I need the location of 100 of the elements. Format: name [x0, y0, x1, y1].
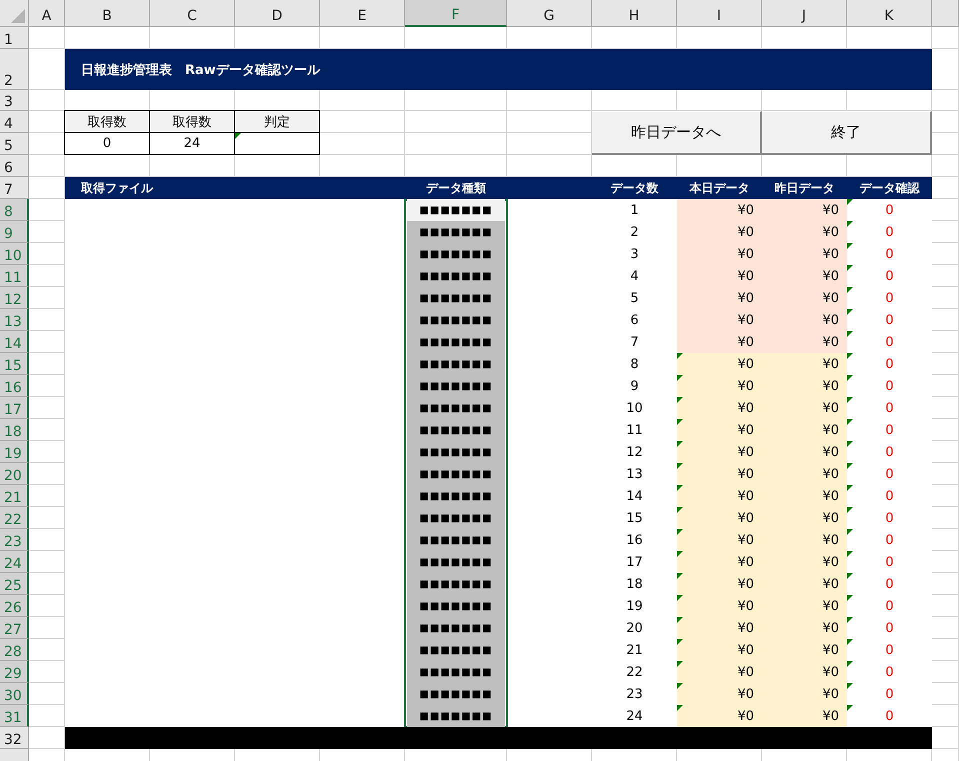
column-header[interactable]: J [762, 0, 847, 27]
table-cell[interactable]: ■■■■■■■ [407, 309, 505, 331]
table-cell[interactable]: ■■■■■■■ [407, 661, 505, 683]
table-cell[interactable]: ■■■■■■■ [407, 353, 505, 375]
table-cell[interactable]: ■■■■■■■ [407, 639, 505, 661]
error-marker-icon [847, 221, 853, 227]
error-marker-icon [677, 529, 683, 535]
table-cell[interactable]: ■■■■■■■ [407, 287, 505, 309]
row-header[interactable]: 28 [0, 639, 29, 661]
table-cell[interactable]: ■■■■■■■ [407, 595, 505, 617]
row-header[interactable]: 4 [0, 111, 29, 133]
column-header[interactable]: K [847, 0, 932, 27]
previous-day-button[interactable]: 昨日データへ [592, 111, 762, 155]
table-cell: ¥0 [677, 287, 762, 309]
row-header[interactable]: 20 [0, 463, 29, 485]
row-header[interactable]: 19 [0, 441, 29, 463]
error-marker-icon [847, 243, 853, 249]
error-marker-icon [677, 551, 683, 557]
row-header[interactable]: 30 [0, 683, 29, 705]
row-header[interactable]: 22 [0, 507, 29, 529]
row-header[interactable]: 24 [0, 551, 29, 573]
table-cell[interactable]: ■■■■■■■ [407, 683, 505, 705]
row-header[interactable]: 1 [0, 27, 29, 49]
row-header[interactable]: 16 [0, 375, 29, 397]
row-header[interactable]: 11 [0, 265, 29, 287]
table-cell[interactable]: ■■■■■■■ [407, 199, 505, 221]
table-cell[interactable]: ■■■■■■■ [407, 221, 505, 243]
row-header[interactable]: 26 [0, 595, 29, 617]
row-header[interactable]: 7 [0, 177, 29, 199]
table-cell[interactable]: ■■■■■■■ [407, 265, 505, 287]
table-cell: ¥0 [677, 617, 762, 639]
column-header[interactable]: F [405, 0, 507, 27]
row-header[interactable]: 29 [0, 661, 29, 683]
table-cell[interactable]: ■■■■■■■ [407, 551, 505, 573]
table-cell-text: 24 [625, 708, 644, 726]
error-marker-icon [847, 397, 853, 403]
column-header[interactable]: G [507, 0, 592, 27]
row-header[interactable]: 12 [0, 287, 29, 309]
exit-button[interactable]: 終了 [762, 111, 932, 155]
table-cell: ¥0 [677, 683, 762, 705]
row-header[interactable]: 10 [0, 243, 29, 265]
row-header[interactable]: 17 [0, 397, 29, 419]
table-cell[interactable]: ■■■■■■■ [407, 243, 505, 265]
row-header[interactable]: 31 [0, 705, 29, 727]
table-cell[interactable]: ■■■■■■■ [407, 485, 505, 507]
table-cell[interactable] [234, 132, 320, 155]
row-header[interactable]: 13 [0, 309, 29, 331]
column-heading: データ確認 [858, 180, 921, 196]
row-header[interactable]: 5 [0, 133, 29, 155]
table-cell: ¥0 [762, 397, 847, 419]
table-cell: ¥0 [677, 705, 762, 727]
row-header[interactable]: 3 [0, 90, 29, 111]
column-header[interactable] [932, 0, 959, 27]
row-header[interactable]: 2 [0, 49, 29, 90]
row-header[interactable]: 14 [0, 331, 29, 353]
table-cell: ¥0 [762, 617, 847, 639]
column-header[interactable]: C [150, 0, 235, 27]
table-cell[interactable]: ■■■■■■■ [407, 529, 505, 551]
table-cell[interactable]: ■■■■■■■ [407, 331, 505, 353]
table-cell[interactable]: ■■■■■■■ [407, 573, 505, 595]
row-header[interactable]: 8 [0, 199, 29, 221]
column-header[interactable]: A [29, 0, 65, 27]
table-cell[interactable]: ■■■■■■■ [407, 441, 505, 463]
column-header[interactable]: H [592, 0, 677, 27]
table-cell[interactable]: 0 [64, 132, 150, 155]
table-cell-text: 13 [625, 466, 644, 484]
select-all-icon[interactable] [11, 9, 25, 23]
table-cell[interactable]: ■■■■■■■ [407, 463, 505, 485]
error-marker-icon [677, 353, 683, 359]
table-cell: ¥0 [762, 463, 847, 485]
column-header[interactable]: D [235, 0, 320, 27]
column-header[interactable]: B [65, 0, 150, 27]
table-cell[interactable]: ■■■■■■■ [407, 419, 505, 441]
table-cell[interactable]: ■■■■■■■ [407, 397, 505, 419]
table-cell: 0 [847, 375, 932, 397]
table-cell: 0 [847, 331, 932, 353]
error-marker-icon [677, 375, 683, 381]
row-header[interactable]: 32 [0, 727, 29, 749]
row-header[interactable]: 27 [0, 617, 29, 639]
table-cell[interactable]: ■■■■■■■ [407, 375, 505, 397]
error-marker-icon [847, 683, 853, 689]
column-header[interactable]: I [677, 0, 762, 27]
row-header[interactable]: 21 [0, 485, 29, 507]
row-header[interactable]: 25 [0, 573, 29, 595]
column-header[interactable]: E [320, 0, 405, 27]
row-header[interactable]: 15 [0, 353, 29, 375]
table-cell: 0 [847, 705, 932, 727]
table-cell: ¥0 [762, 309, 847, 331]
row-header[interactable]: 9 [0, 221, 29, 243]
row-header[interactable]: 6 [0, 155, 29, 177]
table-cell[interactable]: ■■■■■■■ [407, 617, 505, 639]
row-header[interactable]: 18 [0, 419, 29, 441]
row-header[interactable]: 23 [0, 529, 29, 551]
error-marker-icon [847, 551, 853, 557]
error-marker-icon [677, 419, 683, 425]
table-cell: 0 [847, 441, 932, 463]
table-cell[interactable]: ■■■■■■■ [407, 507, 505, 529]
error-marker-icon [677, 639, 683, 645]
table-cell-text: 1 [629, 202, 640, 220]
table-cell[interactable]: ■■■■■■■ [407, 705, 505, 727]
